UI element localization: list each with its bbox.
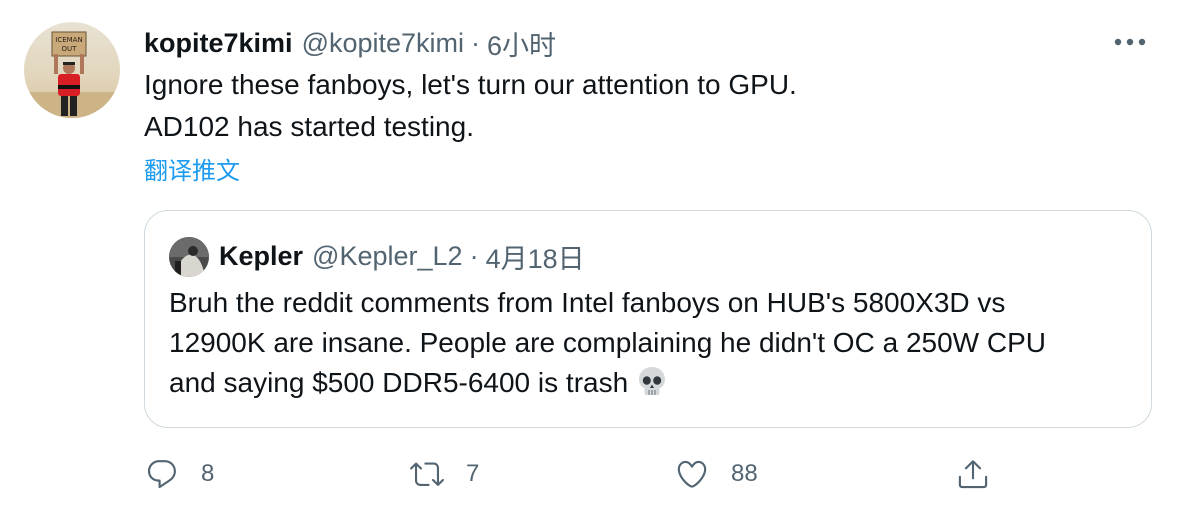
quoted-author-name[interactable]: Kepler [219, 241, 303, 272]
separator-dot: · [469, 240, 479, 271]
quoted-text: Bruh the reddit comments from Intel fanb… [169, 283, 1129, 408]
quoted-tweet[interactable]: Kepler @Kepler_L2 · 4月18日 Bruh the reddi… [144, 210, 1152, 428]
tweet-text-line: AD102 has started testing. [144, 111, 474, 142]
quoted-text-line-last: and saying $500 DDR5-6400 is trash [169, 363, 1129, 408]
svg-text:ICEMAN: ICEMAN [55, 36, 82, 44]
svg-text:OUT: OUT [62, 45, 78, 53]
tweet-text: Ignore these fanboys, let's turn our att… [144, 64, 1124, 148]
like-count: 88 [731, 460, 758, 487]
quoted-text-line: 12900K are insane. People are complainin… [169, 327, 1046, 358]
tweet-header: kopite7kimi @kopite7kimi · 6小时 [144, 24, 556, 63]
retweet-icon [410, 462, 444, 486]
share-button[interactable] [956, 452, 990, 496]
author-handle[interactable]: @kopite7kimi [302, 28, 464, 59]
more-options-button[interactable] [1112, 30, 1148, 54]
share-icon [958, 460, 988, 489]
skull-emoji-icon [636, 365, 668, 408]
reply-icon [147, 460, 176, 489]
reply-count: 8 [201, 460, 215, 487]
heart-icon [677, 460, 707, 488]
quoted-timestamp[interactable]: 4月18日 [486, 237, 585, 276]
quoted-avatar[interactable] [169, 237, 209, 277]
tweet-card: ICEMAN OUT kopite7kimi @kopite7kimi · 6小… [0, 0, 1190, 518]
tweet-actions: 8 7 88 [0, 452, 1190, 496]
quoted-author-handle[interactable]: @Kepler_L2 [312, 241, 463, 272]
quoted-avatar-image [169, 237, 209, 277]
translate-tweet-link[interactable]: 翻译推文 [144, 151, 240, 186]
author-name[interactable]: kopite7kimi [144, 28, 293, 59]
avatar[interactable]: ICEMAN OUT [24, 22, 120, 118]
quoted-text-line: and saying $500 DDR5-6400 is trash [169, 367, 629, 398]
more-horizontal-icon [1114, 38, 1146, 46]
reply-button[interactable]: 8 [145, 452, 214, 496]
retweet-count: 7 [466, 460, 480, 487]
like-button[interactable]: 88 [675, 452, 758, 496]
quoted-header: Kepler @Kepler_L2 · 4月18日 [219, 237, 585, 276]
retweet-button[interactable]: 7 [410, 452, 479, 496]
separator-dot: · [471, 27, 481, 58]
quoted-text-line: Bruh the reddit comments from Intel fanb… [169, 287, 1006, 318]
tweet-text-line: Ignore these fanboys, let's turn our att… [144, 69, 797, 100]
tweet-timestamp[interactable]: 6小时 [487, 24, 556, 63]
avatar-image: ICEMAN OUT [24, 22, 120, 118]
